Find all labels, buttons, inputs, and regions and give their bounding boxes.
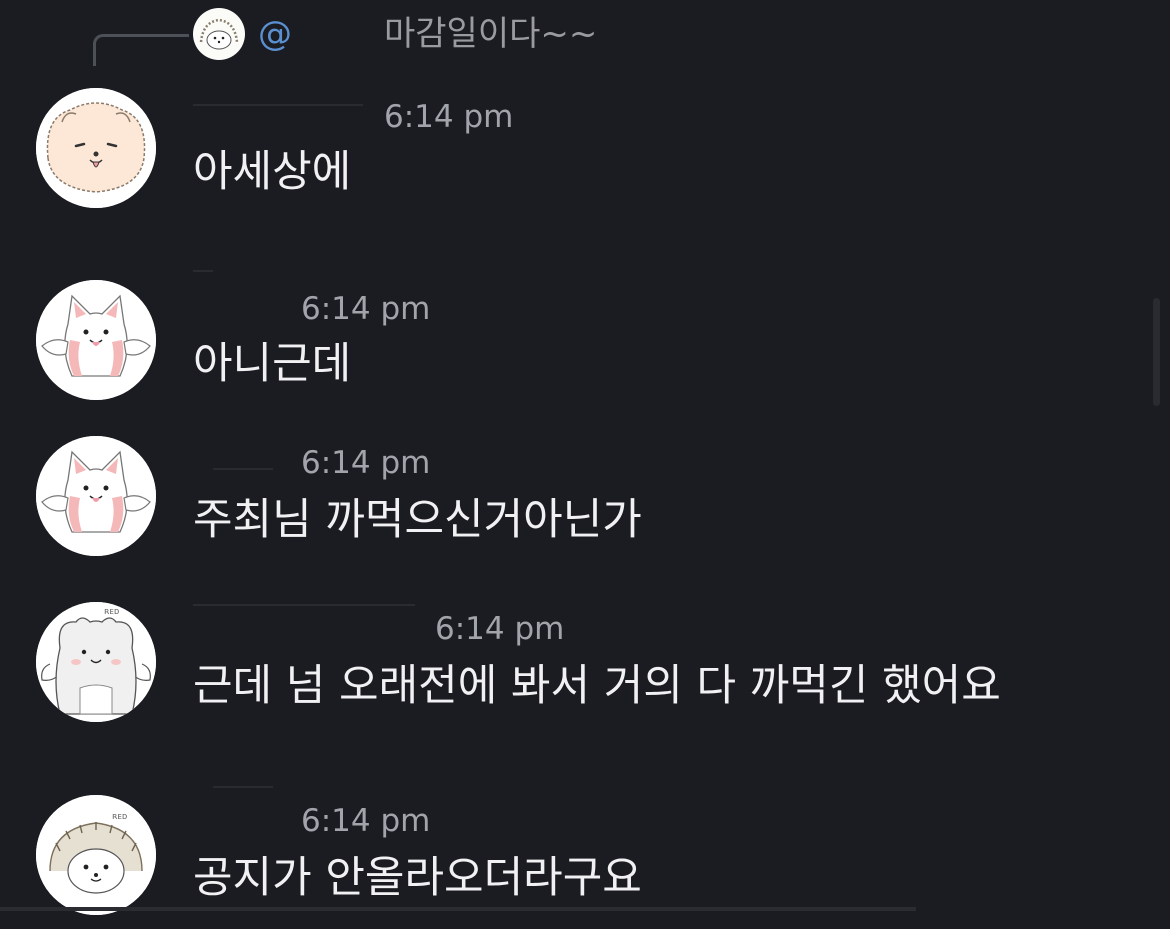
reply-preview-text[interactable]: 마감일이다~~	[384, 14, 597, 54]
reply-connector-line	[93, 34, 189, 66]
pomeranian-avatar-icon[interactable]	[36, 88, 156, 208]
message-timestamp: 6:14 pm	[435, 611, 565, 647]
username-redacted	[193, 270, 213, 272]
hedgehog-avatar-icon[interactable]	[193, 8, 245, 60]
message-timestamp: 6:14 pm	[384, 99, 514, 135]
pink-cat-avatar-icon[interactable]	[36, 436, 156, 556]
username-redacted	[213, 468, 273, 470]
username-redacted	[213, 786, 273, 788]
pink-cat-avatar-icon[interactable]	[36, 280, 156, 400]
white-bear-avatar-icon[interactable]: ʀᴇᴅ	[36, 602, 156, 722]
chat-message-list: @ 마감일이다~~ 6:14 pm 아세상에 6:14 pm 아니근데 6:14…	[0, 0, 1170, 929]
reply-mention[interactable]: @	[258, 14, 292, 54]
message-timestamp: 6:14 pm	[301, 291, 431, 327]
message-text: 아세상에	[193, 147, 352, 197]
message-timestamp: 6:14 pm	[301, 445, 431, 481]
message-text: 근데 넘 오래전에 봐서 거의 다 까먹긴 했어요	[193, 661, 1001, 711]
svg-text:ʀᴇᴅ: ʀᴇᴅ	[112, 812, 127, 822]
message-text: 아니근데	[193, 339, 352, 389]
hedgehog-avatar-icon[interactable]: ʀᴇᴅ	[36, 795, 156, 915]
bottom-divider	[0, 907, 916, 911]
svg-text:ʀᴇᴅ: ʀᴇᴅ	[104, 607, 119, 617]
message-text: 주최님 까먹으신거아닌가	[193, 495, 642, 545]
username-redacted	[193, 104, 363, 106]
scrollbar-thumb[interactable]	[1153, 298, 1160, 406]
username-redacted	[193, 604, 415, 606]
message-timestamp: 6:14 pm	[301, 803, 431, 839]
message-text: 공지가 안올라오더라구요	[193, 853, 642, 903]
